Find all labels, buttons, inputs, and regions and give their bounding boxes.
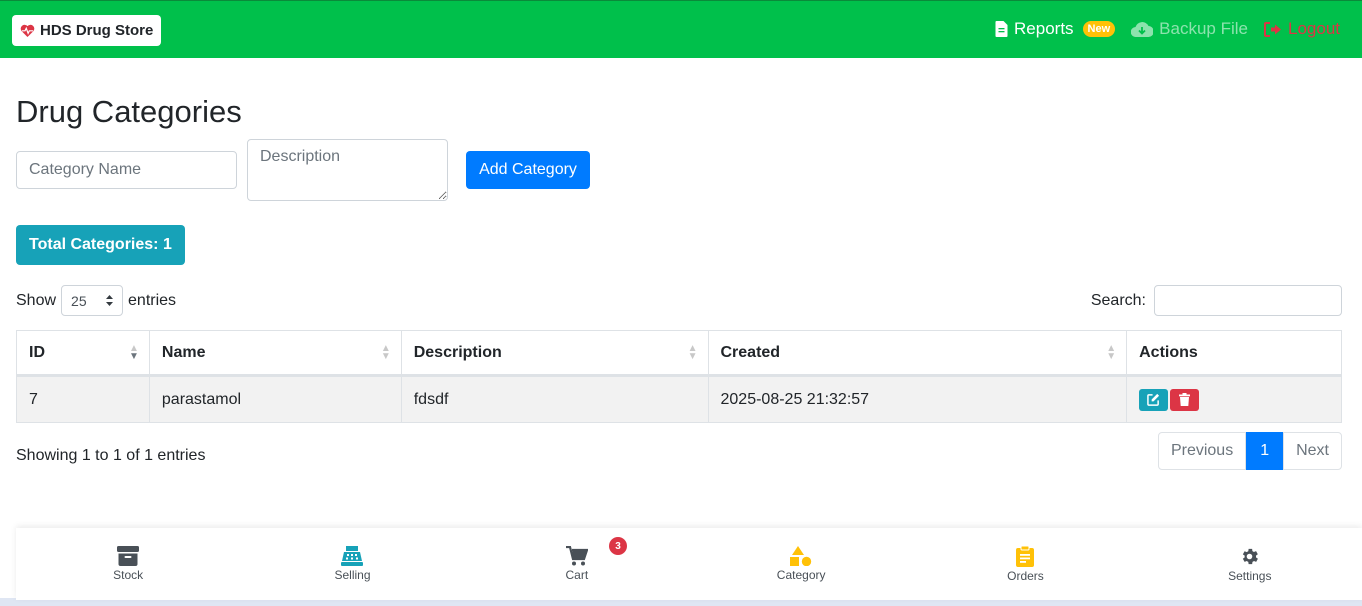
bottom-nav-label: Orders xyxy=(1007,568,1044,583)
column-header-label: Description xyxy=(413,343,502,361)
bottom-nav: Stock Selling Cart Category Orders Setti… xyxy=(16,528,1362,600)
bottom-nav-label: Selling xyxy=(334,568,371,582)
column-header-id[interactable]: ID ▲ ▼ xyxy=(16,330,150,377)
category-name-input[interactable] xyxy=(16,151,237,189)
search-input[interactable] xyxy=(1154,285,1342,316)
cell-actions xyxy=(1126,375,1342,423)
categories-table: ID ▲ ▼ Name ▲ ▼ Description ▲ ▼ Created ▲ ▼ Acti… xyxy=(16,330,1342,423)
sort-arrows-icon xyxy=(106,295,114,306)
brand-name: HDS Drug Store xyxy=(40,22,154,39)
next-page-button[interactable]: Next xyxy=(1283,432,1342,470)
show-label: Show xyxy=(16,291,57,309)
delete-button[interactable] xyxy=(1170,388,1200,411)
column-header-description[interactable]: Description ▲ ▼ xyxy=(400,330,709,377)
entries-label: entries xyxy=(128,291,177,309)
bottom-nav-selling[interactable]: Selling xyxy=(240,528,464,600)
logout-link[interactable]: Logout xyxy=(1264,19,1340,39)
cell-id: 7 xyxy=(16,375,150,423)
bottom-nav-label: Settings xyxy=(1228,568,1272,583)
bottom-nav-orders[interactable]: Orders xyxy=(913,528,1137,600)
cash-register-icon xyxy=(341,546,364,566)
column-header-created[interactable]: Created ▲ ▼ xyxy=(707,330,1128,377)
page-size-value: 25 xyxy=(71,292,87,309)
bottom-nav-label: Stock xyxy=(113,568,144,582)
top-navbar: HDS Drug Store Reports New Backup File L… xyxy=(0,0,1362,58)
bottom-nav-stock[interactable]: Stock xyxy=(16,528,240,600)
page-1-button[interactable]: 1 xyxy=(1246,432,1284,470)
reports-link[interactable]: Reports New xyxy=(995,19,1116,39)
backup-file-link[interactable]: Backup File xyxy=(1131,19,1248,39)
cart-count-badge: 3 xyxy=(609,537,627,555)
table-row: 7 parastamol fdsdf 2025-08-25 21:32:57 xyxy=(16,375,1342,423)
sort-icon: ▲ ▼ xyxy=(1106,343,1117,362)
clipboard-icon xyxy=(1016,545,1035,567)
backup-file-label: Backup File xyxy=(1159,19,1248,38)
table-search: Search: xyxy=(1091,285,1342,316)
bottom-nav-settings[interactable]: Settings xyxy=(1138,528,1362,600)
page-size-control: Show 25 entries xyxy=(16,285,176,316)
table-header-row: ID ▲ ▼ Name ▲ ▼ Description ▲ ▼ Created ▲ ▼ Acti… xyxy=(16,330,1342,377)
sort-icon: ▲ ▼ xyxy=(380,343,391,362)
shopping-cart-icon xyxy=(565,546,588,566)
bottom-nav-label: Category xyxy=(776,568,826,582)
column-header-label: ID xyxy=(29,343,45,361)
cloud-download-icon xyxy=(1131,22,1154,37)
logout-label: Logout xyxy=(1288,19,1340,38)
pagination: Previous 1 Next xyxy=(1157,432,1342,470)
page-title: Drug Categories xyxy=(16,94,242,129)
page-size-select[interactable]: 25 xyxy=(61,285,124,316)
file-icon xyxy=(995,21,1008,37)
description-textarea[interactable] xyxy=(247,139,448,201)
column-header-label: Name xyxy=(161,343,206,361)
cell-created: 2025-08-25 21:32:57 xyxy=(707,375,1128,423)
column-header-actions: Actions xyxy=(1126,330,1342,377)
bottom-nav-label: Cart xyxy=(565,568,589,582)
edit-button[interactable] xyxy=(1139,388,1169,411)
column-header-label: Created xyxy=(720,343,781,361)
trash-icon xyxy=(1179,393,1191,406)
cell-description: fdsdf xyxy=(400,375,709,423)
add-category-button[interactable]: Add Category xyxy=(466,151,590,189)
bottom-nav-cart[interactable]: Cart xyxy=(465,528,689,600)
column-header-name[interactable]: Name ▲ ▼ xyxy=(148,330,402,377)
column-header-label: Actions xyxy=(1139,343,1198,361)
previous-page-button[interactable]: Previous xyxy=(1157,432,1247,470)
new-badge: New xyxy=(1082,21,1116,37)
total-categories-badge: Total Categories: 1 xyxy=(16,225,185,265)
sort-desc-icon: ▲ ▼ xyxy=(128,343,139,362)
search-label: Search: xyxy=(1090,291,1146,309)
gear-icon xyxy=(1243,548,1259,564)
shapes-icon xyxy=(790,546,812,566)
reports-label: Reports xyxy=(1014,19,1074,38)
edit-icon xyxy=(1147,393,1160,406)
sort-icon: ▲ ▼ xyxy=(687,343,698,362)
heartbeat-icon xyxy=(20,24,35,37)
table-info: Showing 1 to 1 of 1 entries xyxy=(16,447,206,464)
archive-box-icon xyxy=(117,546,140,566)
bottom-nav-category[interactable]: Category xyxy=(689,528,913,600)
brand-logo[interactable]: HDS Drug Store xyxy=(12,15,162,46)
cell-name: parastamol xyxy=(148,375,402,423)
sign-out-icon xyxy=(1264,21,1281,37)
